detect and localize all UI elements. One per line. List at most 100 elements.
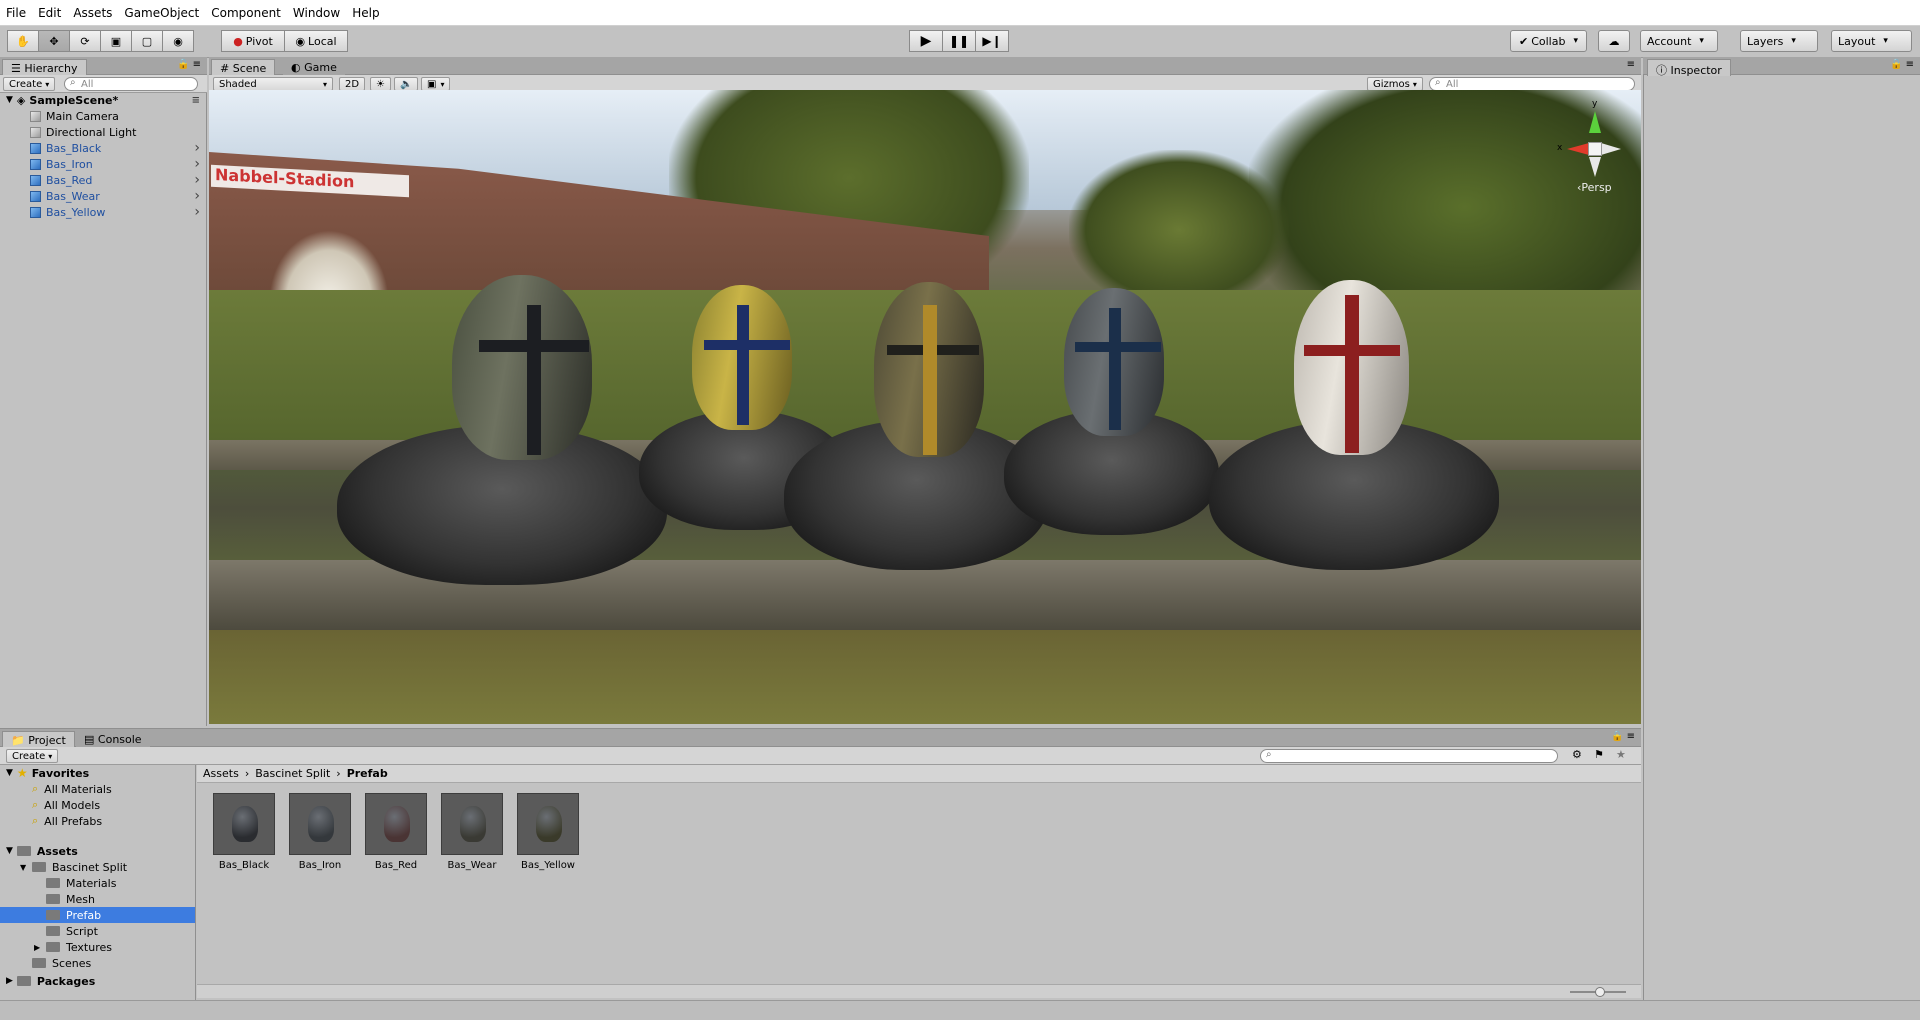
gizmos-dropdown[interactable]: Gizmos ▾ <box>1367 77 1423 91</box>
folder-item[interactable]: Prefab <box>0 907 195 923</box>
prefab-asset-thumbnail[interactable] <box>441 793 503 855</box>
tab-console[interactable]: ▤ Console <box>76 731 150 748</box>
transform-icon[interactable]: ◉ <box>162 30 194 52</box>
favorite-item[interactable]: ⌕ All Prefabs <box>0 813 195 829</box>
neg-y-cone[interactable] <box>1589 157 1601 177</box>
favorite-item[interactable]: ⌕ All Materials <box>0 781 195 797</box>
prefab-asset-thumbnail[interactable] <box>517 793 579 855</box>
pause-button[interactable]: ❚❚ <box>942 30 976 52</box>
asset-label[interactable]: Bas_Yellow <box>508 860 588 871</box>
open-prefab-icon[interactable]: › <box>194 204 200 220</box>
panel-menu-icon[interactable]: 🔒 ≡ <box>1890 59 1914 70</box>
hierarchy-item[interactable]: Bas_Iron › <box>0 156 206 172</box>
hierarchy-item[interactable]: Bas_Red › <box>0 172 206 188</box>
tab-inspector[interactable]: ⓘ Inspector <box>1647 59 1731 77</box>
favorites-node[interactable]: ▼ ★ Favorites <box>0 765 195 781</box>
scene-menu-icon[interactable]: ≡ <box>192 95 200 106</box>
filter-label-icon[interactable]: ⚑ <box>1594 748 1604 761</box>
prefab-asset-thumbnail[interactable] <box>213 793 275 855</box>
menu-component[interactable]: Component <box>211 6 281 20</box>
layers-dropdown[interactable]: Layers <box>1740 30 1818 52</box>
menu-assets[interactable]: Assets <box>73 6 112 20</box>
hierarchy-search-input[interactable]: All <box>64 77 198 91</box>
menu-window[interactable]: Window <box>293 6 340 20</box>
folder-item[interactable]: ▼ Bascinet Split <box>0 859 195 875</box>
panel-menu-icon[interactable]: 🔒 ≡ <box>177 59 201 70</box>
menu-gameobject[interactable]: GameObject <box>124 6 199 20</box>
account-dropdown[interactable]: Account <box>1640 30 1718 52</box>
open-prefab-icon[interactable]: › <box>194 156 200 172</box>
collapse-arrow-icon[interactable]: ▶ <box>34 943 44 952</box>
filter-type-icon[interactable]: ⚙ <box>1572 748 1582 761</box>
prefab-asset-thumbnail[interactable] <box>365 793 427 855</box>
panel-menu-icon[interactable]: ≡ <box>1627 59 1635 70</box>
folder-item[interactable]: Script <box>0 923 195 939</box>
hierarchy-item[interactable]: Main Camera <box>0 108 206 124</box>
asset-label[interactable]: Bas_Wear <box>432 860 512 871</box>
folder-item[interactable]: Mesh <box>0 891 195 907</box>
folder-item[interactable]: Scenes <box>0 955 195 971</box>
gizmo-center-cube[interactable] <box>1588 142 1602 156</box>
project-create-button[interactable]: Create ▾ <box>6 749 59 763</box>
prefab-asset-thumbnail[interactable] <box>289 793 351 855</box>
lighting-toggle[interactable]: ☀ <box>370 77 391 91</box>
y-axis-cone[interactable] <box>1589 111 1601 133</box>
shading-dropdown[interactable]: Shaded ▾ <box>213 77 333 91</box>
x-axis-cone[interactable] <box>1567 143 1589 155</box>
assets-node[interactable]: ▼ Assets <box>0 843 195 859</box>
breadcrumb-bascinet-split[interactable]: Bascinet Split <box>255 767 330 780</box>
hierarchy-item[interactable]: Directional Light <box>0 124 206 140</box>
step-button[interactable]: ▶❙ <box>975 30 1009 52</box>
scale-icon[interactable]: ▣ <box>100 30 132 52</box>
asset-label[interactable]: Bas_Iron <box>280 860 360 871</box>
neg-x-cone[interactable] <box>1601 143 1621 155</box>
folder-item[interactable]: ▶ Textures <box>0 939 195 955</box>
toggle-2d-button[interactable]: 2D <box>339 77 366 91</box>
audio-toggle[interactable]: 🔈 <box>394 77 419 91</box>
breadcrumb-assets[interactable]: Assets <box>203 767 239 780</box>
hierarchy-create-button[interactable]: Create ▾ <box>3 77 56 91</box>
menu-help[interactable]: Help <box>352 6 379 20</box>
cloud-button[interactable]: ☁ <box>1598 30 1630 52</box>
expand-arrow-icon[interactable]: ▼ <box>6 768 13 778</box>
tab-project[interactable]: 📁 Project <box>2 731 75 748</box>
scene-search-input[interactable]: All <box>1429 77 1635 91</box>
expand-arrow-icon[interactable]: ▼ <box>6 846 13 856</box>
open-prefab-icon[interactable]: › <box>194 140 200 156</box>
packages-node[interactable]: ▶ Packages <box>0 973 195 989</box>
favorite-item[interactable]: ⌕ All Models <box>0 797 195 813</box>
star-icon[interactable]: ★ <box>1616 748 1626 761</box>
layout-dropdown[interactable]: Layout <box>1831 30 1912 52</box>
hierarchy-item[interactable]: Bas_Wear › <box>0 188 206 204</box>
tab-hierarchy[interactable]: ☰ Hierarchy <box>2 59 87 76</box>
scene-root[interactable]: ▼ ◈ SampleScene* ≡ <box>0 92 206 108</box>
play-button[interactable]: ▶ <box>909 30 943 52</box>
expand-arrow-icon[interactable]: ▼ <box>20 863 30 872</box>
menu-edit[interactable]: Edit <box>38 6 61 20</box>
panel-menu-icon[interactable]: 🔒 ≡ <box>1611 731 1635 742</box>
zoom-slider-thumb[interactable] <box>1595 987 1605 997</box>
collapse-arrow-icon[interactable]: ▶ <box>6 976 13 986</box>
folder-item[interactable]: Materials <box>0 875 195 891</box>
hand-icon[interactable]: ✋ <box>7 30 39 52</box>
asset-label[interactable]: Bas_Black <box>204 860 284 871</box>
rect-icon[interactable]: ▢ <box>131 30 163 52</box>
move-icon[interactable]: ✥ <box>38 30 70 52</box>
tab-scene[interactable]: # Scene <box>211 59 276 76</box>
expand-arrow-icon[interactable]: ▼ <box>6 95 13 105</box>
local-button[interactable]: ◉ Local <box>284 30 348 52</box>
open-prefab-icon[interactable]: › <box>194 188 200 204</box>
menu-file[interactable]: File <box>6 6 26 20</box>
pivot-button[interactable]: ● Pivot <box>221 30 285 52</box>
orientation-gizmo[interactable]: y x ‹Persp <box>1557 99 1629 195</box>
open-prefab-icon[interactable]: › <box>194 172 200 188</box>
effects-dropdown[interactable]: ▣ ▾ <box>421 77 451 91</box>
project-search-input[interactable] <box>1260 749 1558 763</box>
asset-label[interactable]: Bas_Red <box>356 860 436 871</box>
projection-label[interactable]: ‹Persp <box>1577 181 1612 194</box>
breadcrumb-prefab[interactable]: Prefab <box>347 767 388 780</box>
rotate-icon[interactable]: ⟳ <box>69 30 101 52</box>
scene-viewport[interactable]: Nabbel-Stadion y x ‹Persp <box>209 90 1641 724</box>
hierarchy-item[interactable]: Bas_Black › <box>0 140 206 156</box>
hierarchy-item[interactable]: Bas_Yellow › <box>0 204 206 220</box>
